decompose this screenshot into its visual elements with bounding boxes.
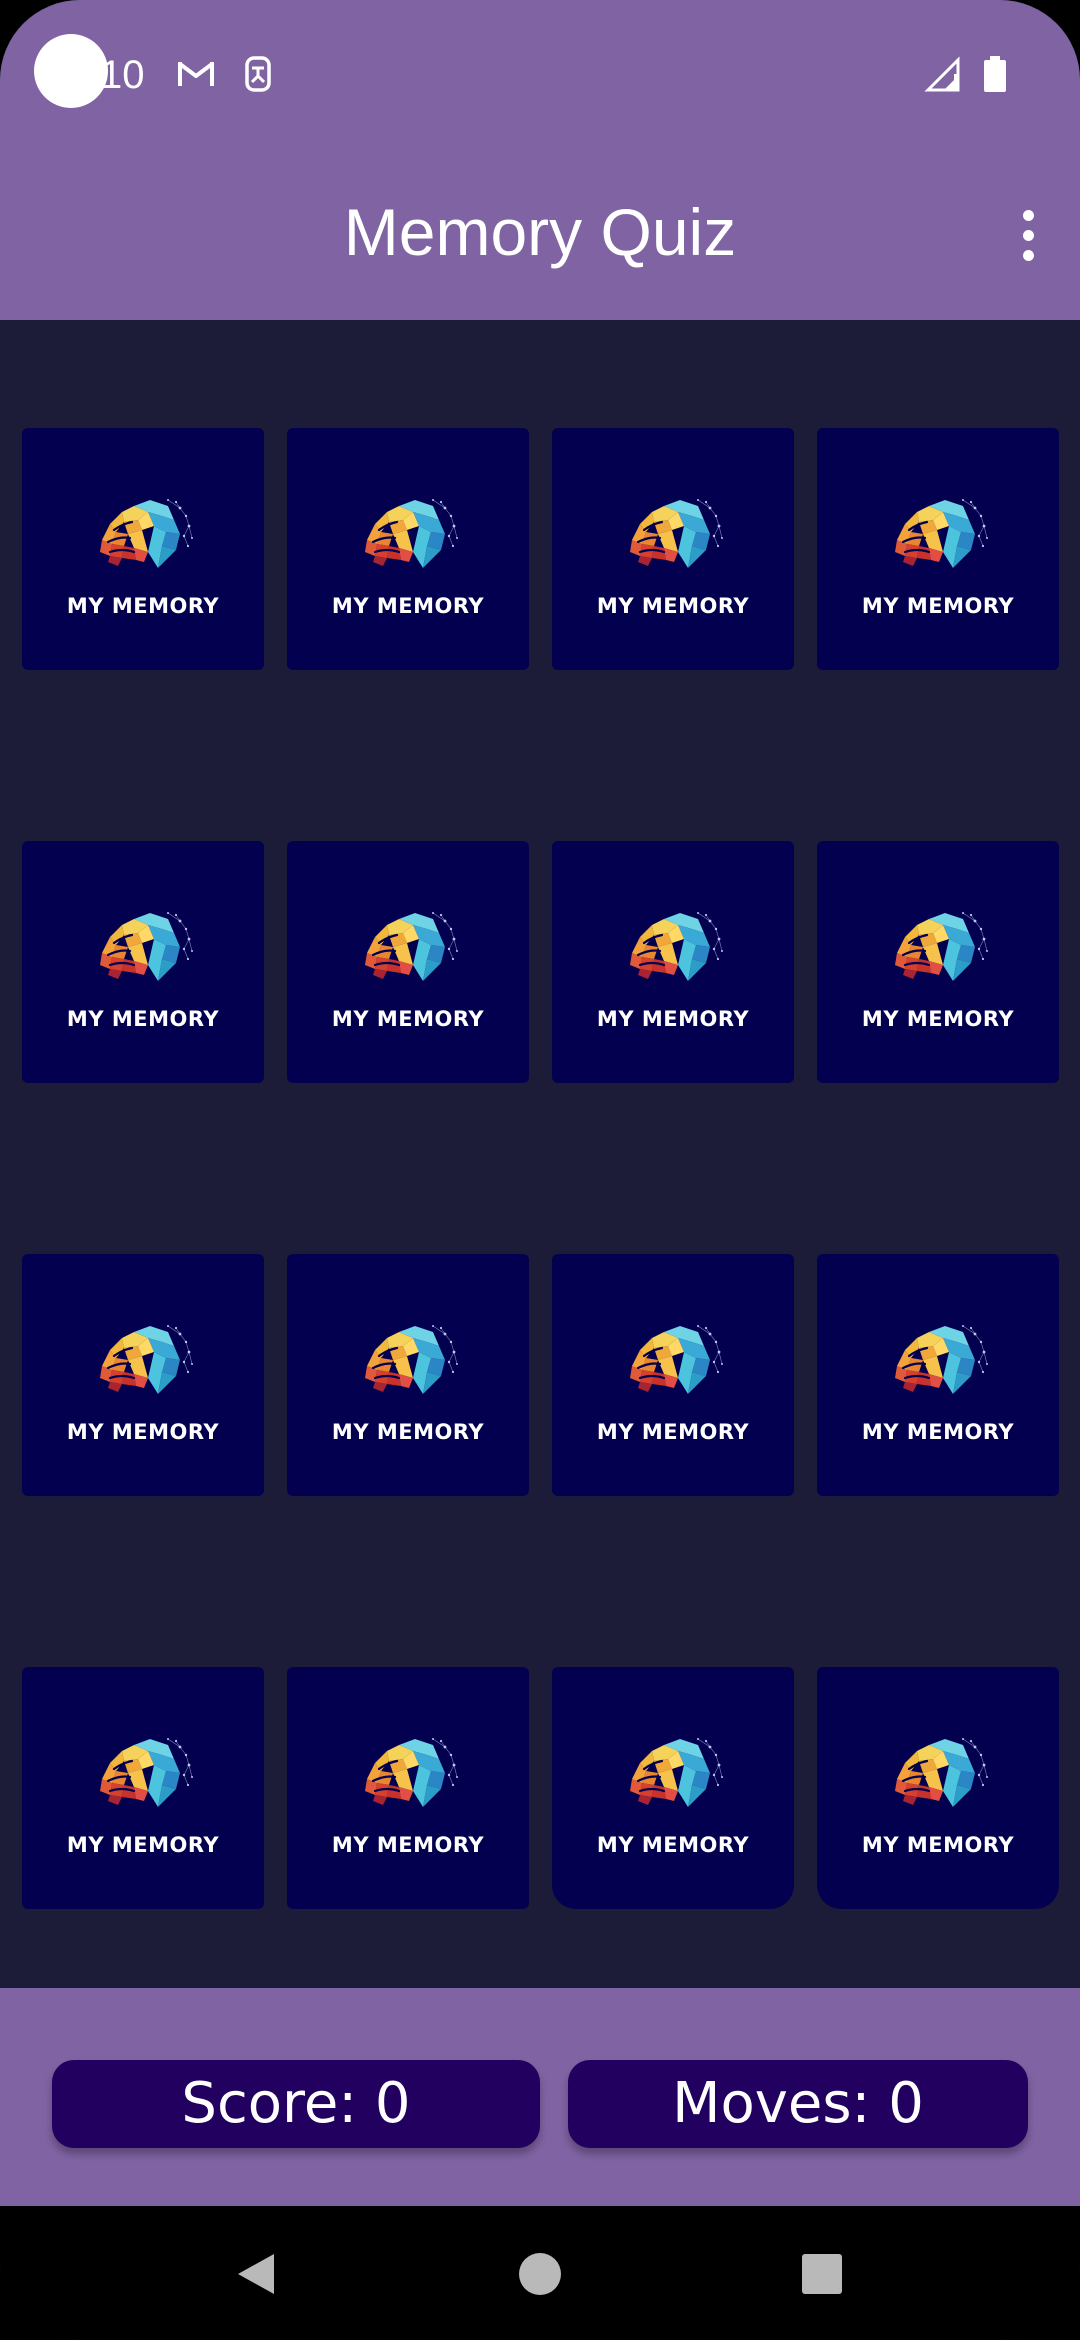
card-label: MY MEMORY	[861, 1420, 1015, 1444]
brain-logo-icon	[895, 1738, 988, 1807]
more-vert-icon-dot	[1022, 249, 1034, 261]
battery-icon	[984, 56, 1006, 92]
brain-logo-icon	[895, 1325, 988, 1394]
card-label: MY MEMORY	[861, 1007, 1015, 1031]
memory-card[interactable]: MY MEMORY	[552, 1667, 794, 1909]
memory-card[interactable]: MY MEMORY	[552, 428, 794, 670]
memory-card[interactable]: MY MEMORY	[817, 428, 1059, 670]
brain-logo-icon	[100, 1325, 193, 1394]
card-label: MY MEMORY	[331, 594, 485, 618]
card-label: MY MEMORY	[66, 1420, 220, 1444]
card-label: MY MEMORY	[331, 1420, 485, 1444]
card-label: MY MEMORY	[331, 1007, 485, 1031]
card-board: MY MEMORY MY MEMORY MY MEMORY MY MEMORY …	[0, 320, 1080, 1988]
app-title: Memory Quiz	[343, 195, 737, 269]
brain-logo-icon	[100, 1738, 193, 1807]
brain-logo-icon	[100, 912, 193, 981]
memory-card[interactable]: MY MEMORY	[817, 1254, 1059, 1496]
memory-card[interactable]: MY MEMORY	[287, 428, 529, 670]
memory-card[interactable]: MY MEMORY	[22, 428, 264, 670]
memory-card[interactable]: MY MEMORY	[22, 1254, 264, 1496]
memory-card[interactable]: MY MEMORY	[287, 841, 529, 1083]
signal-icon	[924, 56, 960, 92]
brain-logo-icon	[630, 1738, 723, 1807]
more-vert-icon	[1022, 209, 1034, 221]
card-label: MY MEMORY	[66, 594, 220, 618]
card-label: MY MEMORY	[596, 594, 750, 618]
navigation-bar	[0, 2206, 1080, 2340]
memory-card[interactable]: MY MEMORY	[287, 1254, 529, 1496]
memory-card[interactable]: MY MEMORY	[552, 1254, 794, 1496]
card-label: MY MEMORY	[331, 1833, 485, 1857]
memory-card[interactable]: MY MEMORY	[552, 841, 794, 1083]
back-icon[interactable]	[232, 2248, 284, 2300]
brain-logo-icon	[630, 1325, 723, 1394]
recents-icon[interactable]	[796, 2248, 848, 2300]
phone-screen: 10 Memory Quiz MY MEMORY MY MEMORY MY ME…	[0, 0, 1080, 2340]
sim-icon	[245, 56, 271, 92]
more-vert-icon-dot	[1022, 229, 1034, 241]
moves-display: Moves: 0	[568, 2060, 1028, 2148]
memory-card[interactable]: MY MEMORY	[22, 1667, 264, 1909]
more-options-button[interactable]	[1008, 200, 1048, 270]
brain-logo-icon	[365, 912, 458, 981]
card-label: MY MEMORY	[861, 594, 1015, 618]
memory-card[interactable]: MY MEMORY	[287, 1667, 529, 1909]
card-label: MY MEMORY	[596, 1420, 750, 1444]
app-bar: Memory Quiz	[0, 150, 1080, 320]
card-label: MY MEMORY	[596, 1833, 750, 1857]
brain-logo-icon	[895, 499, 988, 568]
card-label: MY MEMORY	[66, 1007, 220, 1031]
score-footer: Score: 0 Moves: 0	[0, 1988, 1080, 2206]
memory-card[interactable]: MY MEMORY	[817, 1667, 1059, 1909]
score-display: Score: 0	[52, 2060, 540, 2148]
memory-card[interactable]: MY MEMORY	[817, 841, 1059, 1083]
memory-card[interactable]: MY MEMORY	[22, 841, 264, 1083]
brain-logo-icon	[895, 912, 988, 981]
home-icon[interactable]	[514, 2248, 566, 2300]
brain-logo-icon	[365, 1325, 458, 1394]
brain-logo-icon	[100, 499, 193, 568]
brain-logo-icon	[365, 1738, 458, 1807]
brain-logo-icon	[630, 499, 723, 568]
card-label: MY MEMORY	[66, 1833, 220, 1857]
status-time: 10	[100, 53, 145, 97]
card-label: MY MEMORY	[861, 1833, 1015, 1857]
gmail-icon	[178, 62, 214, 86]
card-label: MY MEMORY	[596, 1007, 750, 1031]
camera-cutout	[34, 34, 108, 108]
brain-logo-icon	[630, 912, 723, 981]
brain-logo-icon	[365, 499, 458, 568]
status-bar: 10	[0, 0, 1080, 150]
